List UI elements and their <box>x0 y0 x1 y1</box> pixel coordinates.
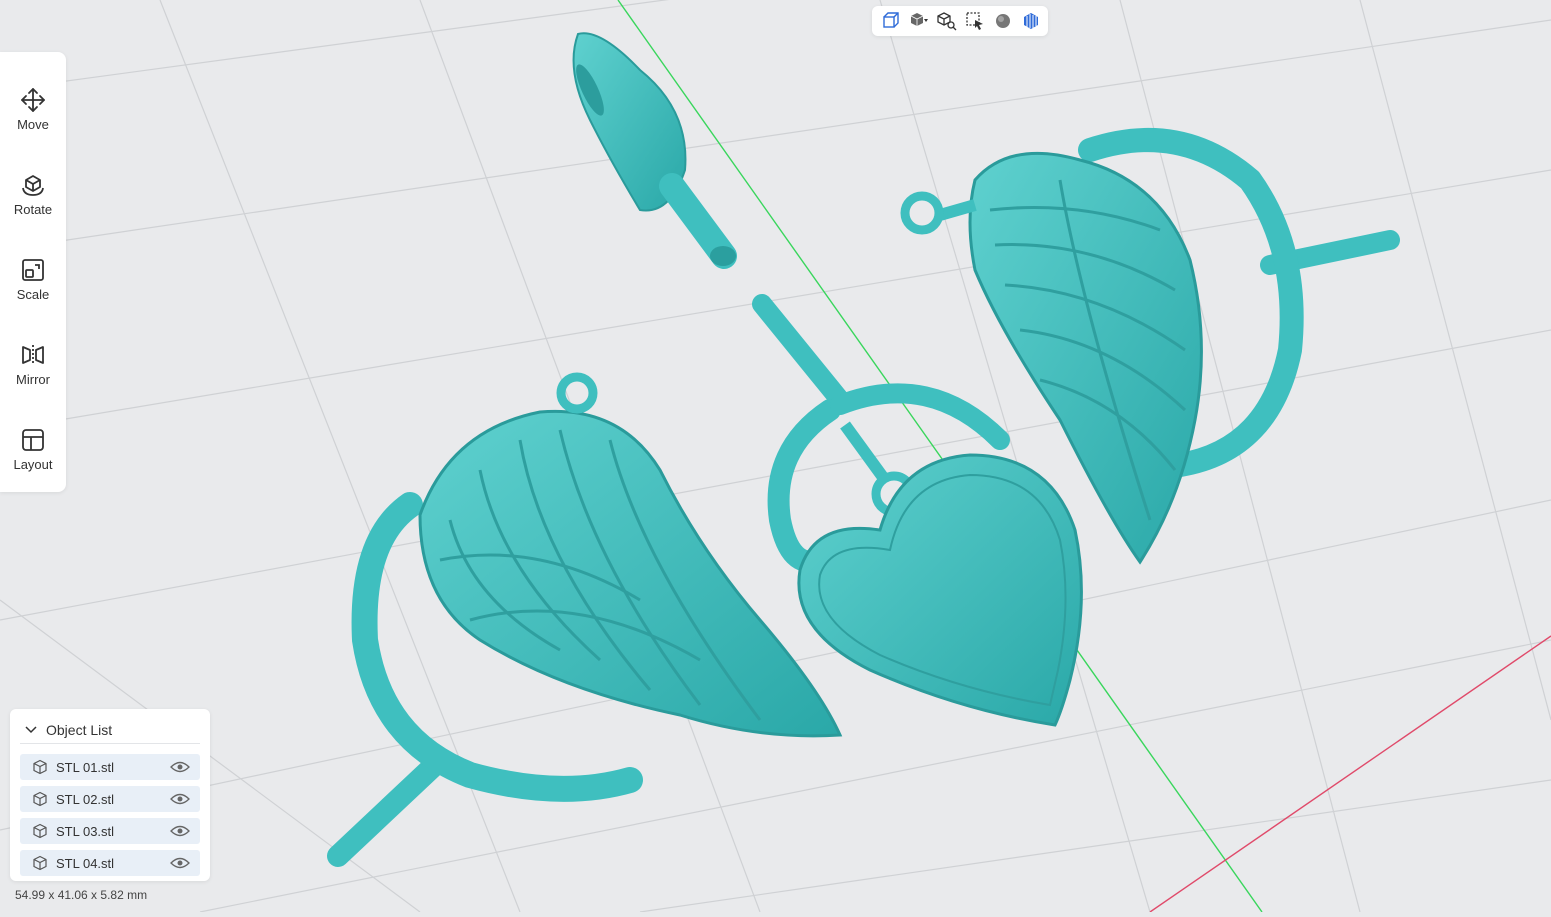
move-tool-label: Move <box>17 117 49 132</box>
object-list-title: Object List <box>46 722 113 738</box>
cube-icon <box>33 823 47 839</box>
3d-viewport[interactable] <box>0 0 1551 913</box>
mirror-tool-button[interactable]: Mirror <box>0 327 66 397</box>
mirror-tool-label: Mirror <box>16 372 50 387</box>
eye-icon[interactable] <box>170 824 190 838</box>
layout-tool-label: Layout <box>13 457 53 472</box>
layout-tool-button[interactable]: Layout <box>0 412 66 482</box>
eye-icon[interactable] <box>170 856 190 870</box>
view-cube-icon[interactable] <box>881 11 901 31</box>
scale-tool-label: Scale <box>16 287 50 302</box>
view-toolbar <box>872 6 1048 36</box>
rotate-icon <box>22 175 44 196</box>
transform-toolbar: Move Rotate Scale Mirror Layout <box>0 52 66 492</box>
x-axis-line <box>1149 635 1551 913</box>
cube-icon <box>33 855 47 871</box>
layout-icon <box>22 429 44 451</box>
model-sprue-piece[interactable] <box>571 32 737 269</box>
object-list-item[interactable]: STL 04.stl <box>20 850 200 876</box>
rotate-tool-button[interactable]: Rotate <box>0 157 66 227</box>
model-dimensions: 54.99 x 41.06 x 5.82 mm <box>15 888 148 902</box>
scene <box>0 0 1551 913</box>
object-name: STL 02.stl <box>56 791 115 807</box>
scale-icon <box>22 259 44 281</box>
shading-icon[interactable] <box>1021 11 1041 31</box>
chevron-down-icon <box>25 726 37 734</box>
solid-view-dropdown-icon[interactable] <box>909 11 929 31</box>
cube-icon <box>33 759 47 775</box>
cube-icon <box>33 791 47 807</box>
object-list-item[interactable]: STL 03.stl <box>20 818 200 844</box>
mirror-icon <box>22 345 44 365</box>
eye-icon[interactable] <box>170 792 190 806</box>
eye-icon[interactable] <box>170 760 190 774</box>
object-list-item[interactable]: STL 01.stl <box>20 754 200 780</box>
move-icon <box>21 88 45 112</box>
rotate-tool-label: Rotate <box>13 202 53 217</box>
material-sphere-icon[interactable] <box>993 11 1013 31</box>
move-tool-button[interactable]: Move <box>0 72 66 142</box>
select-icon[interactable] <box>965 11 985 31</box>
model-wing-left[interactable] <box>327 372 843 867</box>
scale-tool-button[interactable]: Scale <box>0 242 66 312</box>
object-name: STL 04.stl <box>56 855 115 871</box>
build-plate-grid <box>0 0 1551 913</box>
object-name: STL 03.stl <box>56 823 115 839</box>
object-list-panel: Object List STL 01.stl STL 02.stl STL 03… <box>10 709 210 881</box>
object-name: STL 01.stl <box>56 759 115 775</box>
object-list-item[interactable]: STL 02.stl <box>20 786 200 812</box>
view-search-icon[interactable] <box>937 11 957 31</box>
object-list-header[interactable]: Object List <box>20 717 200 744</box>
